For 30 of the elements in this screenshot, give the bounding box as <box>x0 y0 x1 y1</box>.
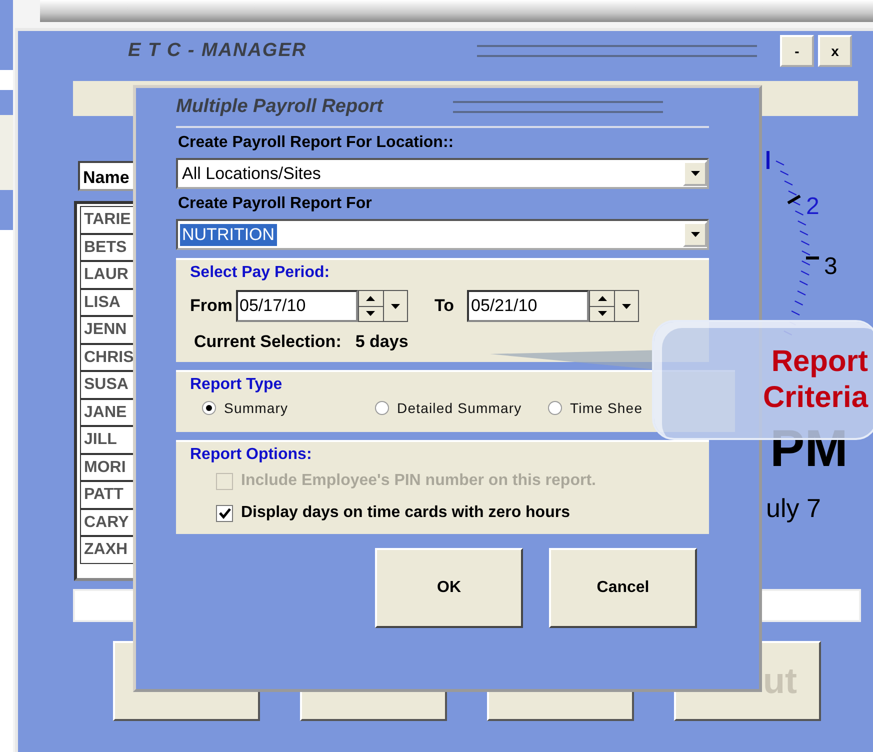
spinner-icon[interactable] <box>589 290 616 322</box>
radio-label[interactable]: Summary <box>224 400 288 416</box>
date-field[interactable]: 05/21/10 <box>467 290 590 322</box>
checkbox-label[interactable]: Display days on time cards with zero hours <box>241 504 570 522</box>
window-title: E T C - MANAGER <box>128 40 307 62</box>
radio-button[interactable] <box>375 401 389 415</box>
selection-value: 5 days <box>355 332 408 352</box>
dialog-title: Multiple Payroll Report <box>176 96 383 118</box>
ok-button[interactable]: OK <box>375 548 523 628</box>
selection-label: Current Selection: <box>194 332 342 352</box>
spinner-icon[interactable] <box>358 290 384 322</box>
from-label: From <box>190 296 232 316</box>
clock-date: uly 7 <box>766 493 821 524</box>
radio-label[interactable]: Time Shee <box>570 400 643 416</box>
callout-text: Report Criteria <box>762 344 868 416</box>
clock-number: 2 <box>806 193 820 221</box>
clock-number: 3 <box>824 253 838 281</box>
to-label: To <box>434 296 454 316</box>
minimize-button[interactable]: - <box>780 35 814 67</box>
report-for-dropdown[interactable]: NUTRITION <box>176 219 709 250</box>
close-button[interactable]: x <box>818 35 852 67</box>
radio-button[interactable] <box>548 401 562 415</box>
radio-button[interactable] <box>202 401 216 415</box>
field-label: Create Payroll Report For Location:: <box>178 134 455 152</box>
date-field[interactable]: 05/17/10 <box>236 290 358 322</box>
location-dropdown[interactable]: All Locations/Sites <box>176 158 709 189</box>
field-label: Create Payroll Report For <box>178 195 373 213</box>
checkbox[interactable] <box>216 504 233 522</box>
cancel-button[interactable]: Cancel <box>549 548 697 628</box>
radio-label[interactable]: Detailed Summary <box>397 400 522 416</box>
